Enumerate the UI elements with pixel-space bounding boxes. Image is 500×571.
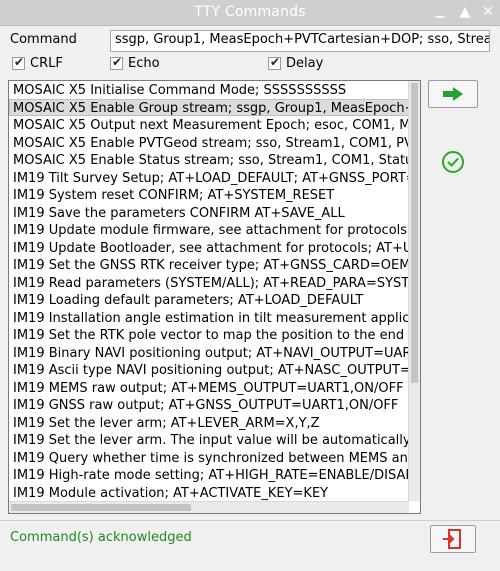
vertical-scrollbar[interactable] <box>408 81 420 501</box>
list-item[interactable]: MOSAIC X5 Enable Status stream; sso, Str… <box>9 151 409 169</box>
list-item[interactable]: IM19 Set the lever arm. The input value … <box>9 431 409 449</box>
list-item[interactable]: MOSAIC X5 Initialise Command Mode; SSSSS… <box>9 81 409 99</box>
command-label: Command <box>10 32 77 47</box>
list-item[interactable]: IM19 Read parameters (SYSTEM/ALL); AT+RE… <box>9 274 409 292</box>
window-title: TTY Commands <box>194 4 306 20</box>
checkbox-box[interactable]: ✔ <box>110 55 123 70</box>
maximize-icon[interactable]: ▲ <box>456 3 474 21</box>
list-item[interactable]: IM19 Save the parameters CONFIRM AT+SAVE… <box>9 204 409 222</box>
delay-label: Delay <box>286 55 324 71</box>
command-list-items: MOSAIC X5 Initialise Command Mode; SSSSS… <box>9 81 409 513</box>
list-item[interactable]: IM19 Set the lever arm; AT+LEVER_ARM=X,Y… <box>9 414 409 432</box>
list-item[interactable]: IM19 MEMS raw output; AT+MEMS_OUTPUT=UAR… <box>9 379 409 397</box>
list-item[interactable]: IM19 System reset CONFIRM; AT+SYSTEM_RES… <box>9 186 409 204</box>
exit-door-icon <box>443 529 461 549</box>
scrollbar-thumb[interactable] <box>11 504 191 511</box>
scrollbar-thumb[interactable] <box>411 83 418 383</box>
list-item[interactable]: IM19 Query whether time is synchronized … <box>9 449 409 467</box>
list-item[interactable]: MOSAIC X5 Enable Group stream; ssgp, Gro… <box>9 98 409 116</box>
status-text: Command(s) acknowledged <box>10 530 192 545</box>
delay-checkbox[interactable]: ✔ Delay <box>268 55 323 71</box>
divider <box>0 520 500 521</box>
command-input[interactable]: ssgp, Group1, MeasEpoch+PVTCartesian+DOP… <box>110 30 490 52</box>
list-item[interactable]: IM19 High-rate mode setting; AT+HIGH_RAT… <box>9 466 409 484</box>
list-item[interactable]: IM19 Loading default parameters; AT+LOAD… <box>9 291 409 309</box>
list-item[interactable]: IM19 Update Bootloader, see attachment f… <box>9 239 409 257</box>
command-list[interactable]: MOSAIC X5 Initialise Command Mode; SSSSS… <box>8 80 421 514</box>
list-item[interactable]: IM19 Installation angle estimation in ti… <box>9 309 409 327</box>
check-circle-icon <box>442 151 464 173</box>
list-item[interactable]: IM19 Tilt Survey Setup; AT+LOAD_DEFAULT;… <box>9 169 409 187</box>
echo-checkbox[interactable]: ✔ Echo <box>110 55 160 71</box>
checkbox-box[interactable]: ✔ <box>268 55 281 70</box>
crlf-checkbox[interactable]: ✔ CRLF <box>12 55 63 71</box>
echo-label: Echo <box>128 55 160 71</box>
arrow-right-icon <box>443 87 463 101</box>
title-bar: TTY Commands ▁ ▲ ✕ <box>0 0 500 26</box>
horizontal-scrollbar[interactable] <box>9 501 409 513</box>
close-icon[interactable]: ✕ <box>479 3 497 21</box>
list-item[interactable]: MOSAIC X5 Output next Measurement Epoch;… <box>9 116 409 134</box>
list-item[interactable]: IM19 Set the RTK pole vector to map the … <box>9 326 409 344</box>
exit-button[interactable] <box>430 525 476 553</box>
send-button[interactable] <box>428 80 478 108</box>
minimize-icon[interactable]: ▁ <box>431 3 449 21</box>
list-item[interactable]: IM19 Set the GNSS RTK receiver type; AT+… <box>9 256 409 274</box>
list-item[interactable]: IM19 GNSS raw output; AT+GNSS_OUTPUT=UAR… <box>9 396 409 414</box>
list-item[interactable]: IM19 Update module firmware, see attachm… <box>9 221 409 239</box>
crlf-label: CRLF <box>30 55 63 71</box>
list-item[interactable]: IM19 Binary NAVI positioning output; AT+… <box>9 344 409 362</box>
list-item[interactable]: IM19 Module activation; AT+ACTIVATE_KEY=… <box>9 484 409 502</box>
list-item[interactable]: IM19 Ascii type NAVI positioning output;… <box>9 361 409 379</box>
checkbox-box[interactable]: ✔ <box>12 55 25 70</box>
list-item[interactable]: MOSAIC X5 Enable PVTGeod stream; sso, St… <box>9 134 409 152</box>
